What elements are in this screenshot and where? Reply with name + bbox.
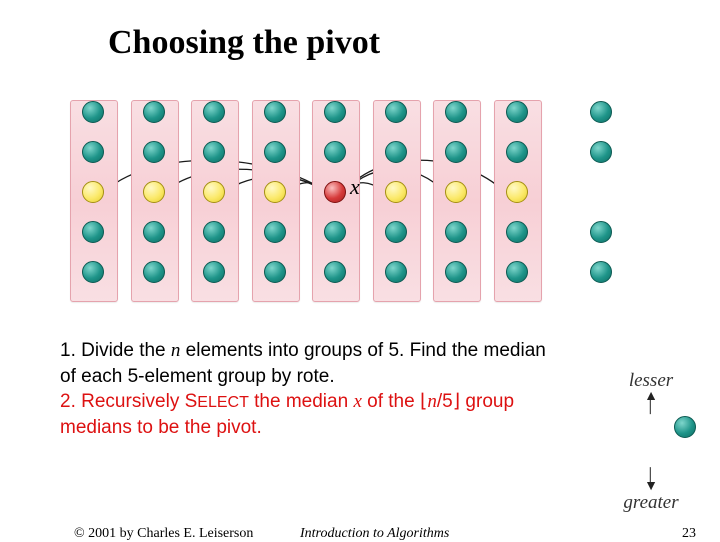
step2-text-a: Recursively S [76, 391, 197, 412]
step2-text-b: the median [249, 391, 354, 412]
arrow-up-icon: ▲│ [606, 392, 696, 412]
element-node [324, 141, 346, 163]
group-median-node [385, 181, 407, 203]
element-node [82, 101, 104, 123]
element-node [385, 141, 407, 163]
element-node [445, 141, 467, 163]
step1-num: 1. [60, 340, 76, 361]
var-n2: n [427, 391, 437, 412]
var-x: x [353, 391, 361, 412]
select-smallcaps: ELECT [197, 394, 249, 411]
pivot-label: x [350, 174, 360, 200]
element-node [445, 221, 467, 243]
var-n: n [171, 340, 181, 361]
step2-text-c: of the ⌊ [362, 391, 428, 412]
element-node [385, 261, 407, 283]
remainder-node [590, 261, 612, 283]
element-node [385, 221, 407, 243]
step2-num: 2. [60, 391, 76, 412]
element-node [506, 221, 528, 243]
group-median-node [82, 181, 104, 203]
slide-title: Choosing the pivot [108, 24, 380, 62]
legend-greater-label: greater [606, 492, 696, 514]
pivot-node [324, 181, 346, 203]
group-median-node [506, 181, 528, 203]
legend: lesser ▲│ │▼ greater [606, 370, 696, 514]
element-node [203, 221, 225, 243]
element-node [324, 261, 346, 283]
element-node [143, 261, 165, 283]
group-median-node [143, 181, 165, 203]
element-node [143, 141, 165, 163]
element-node [445, 261, 467, 283]
element-node [324, 101, 346, 123]
element-node [143, 221, 165, 243]
element-node [203, 101, 225, 123]
median-of-medians-diagram: x [60, 90, 660, 310]
group-median-node [445, 181, 467, 203]
remainder-node [590, 141, 612, 163]
element-node [203, 261, 225, 283]
element-node [264, 101, 286, 123]
element-node [264, 141, 286, 163]
algorithm-steps: 1. Divide the n elements into groups of … [60, 338, 560, 441]
slide: Choosing the pivot [0, 0, 720, 540]
element-node [82, 141, 104, 163]
element-node [264, 261, 286, 283]
step1-text-a: Divide the [76, 340, 171, 361]
element-node [143, 101, 165, 123]
group-median-node [264, 181, 286, 203]
element-node [82, 221, 104, 243]
element-node [82, 261, 104, 283]
element-node [264, 221, 286, 243]
arrow-down-icon: │▼ [606, 472, 696, 492]
element-node [506, 261, 528, 283]
group-median-node [203, 181, 225, 203]
element-node [324, 221, 346, 243]
element-node [506, 101, 528, 123]
element-node [445, 101, 467, 123]
element-node [506, 141, 528, 163]
element-node [385, 101, 407, 123]
legend-node [674, 416, 696, 438]
element-node [203, 141, 225, 163]
remainder-node [590, 221, 612, 243]
remainder-node [590, 101, 612, 123]
